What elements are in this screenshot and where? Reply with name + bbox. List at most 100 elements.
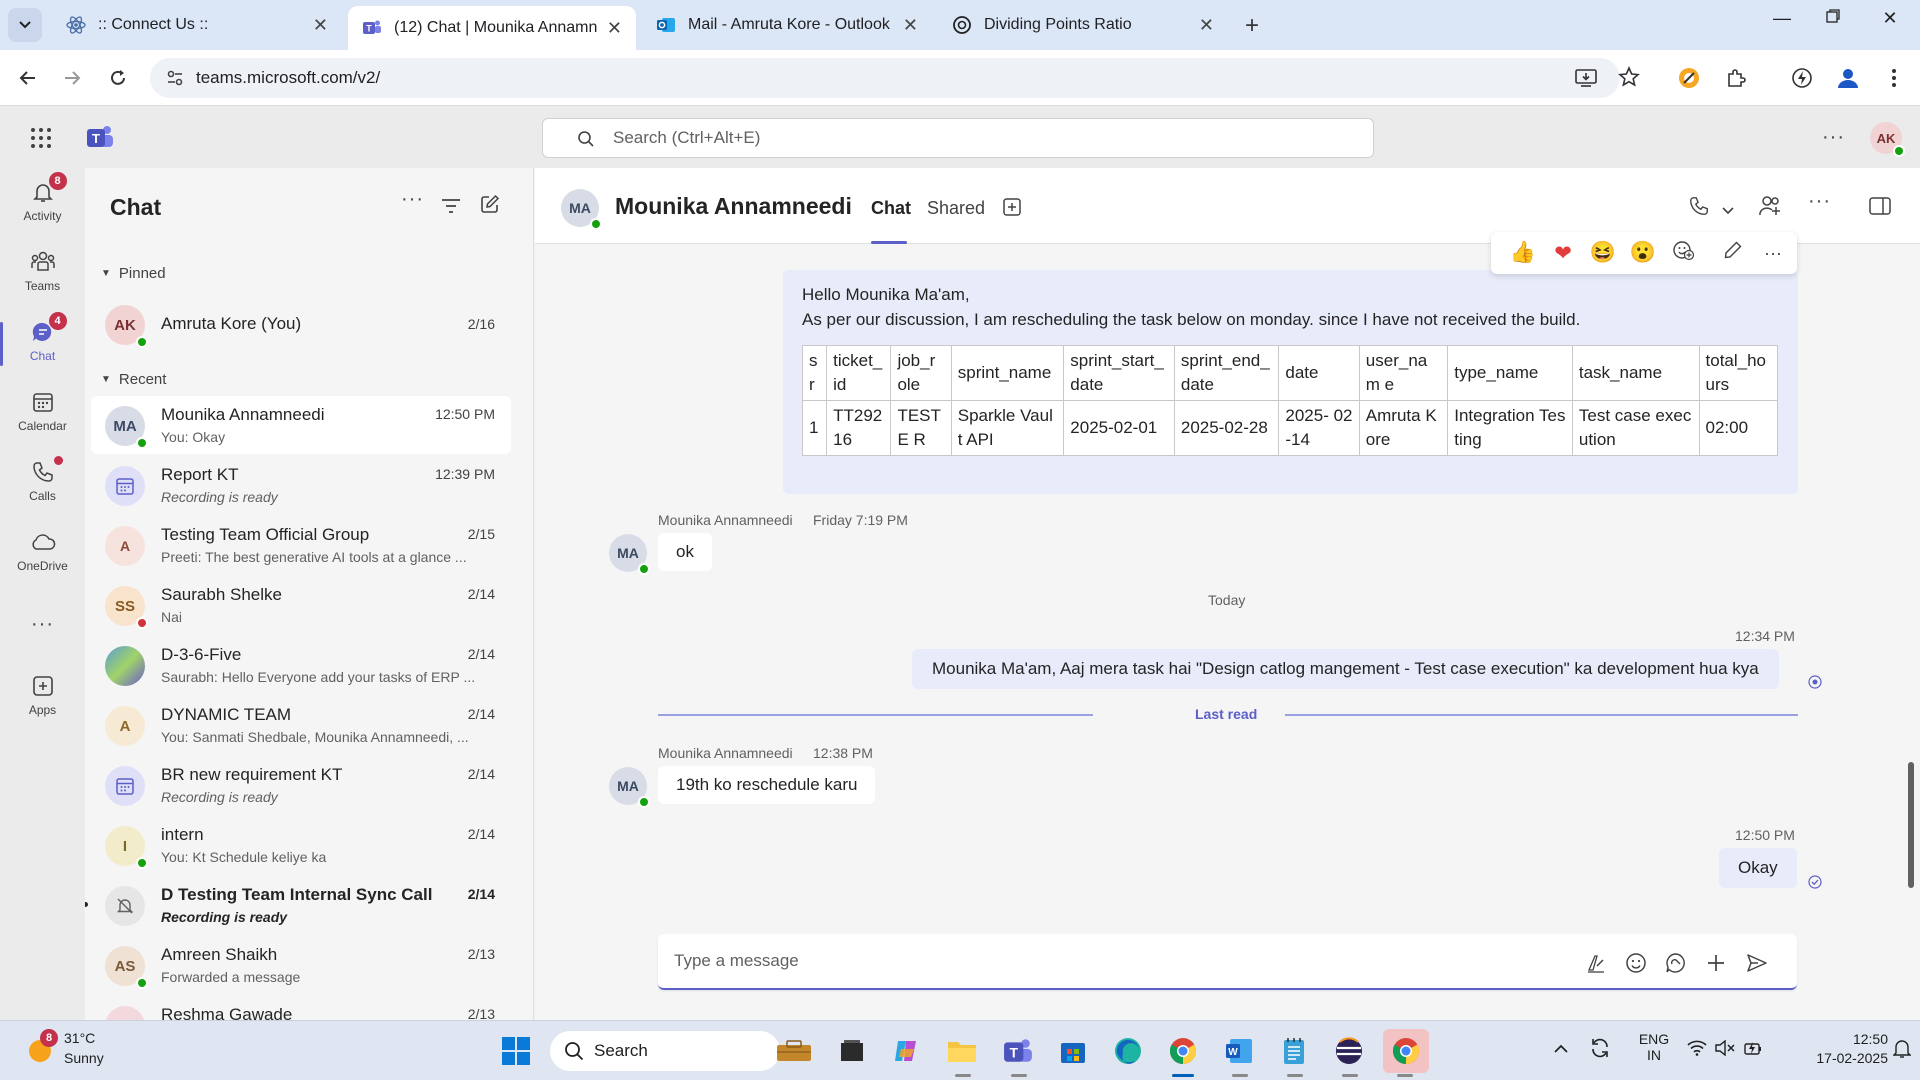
sender-avatar[interactable]: MA bbox=[609, 767, 650, 808]
conversation-more-icon[interactable]: ··· bbox=[1808, 190, 1831, 213]
extensions-puzzle-icon[interactable] bbox=[1724, 66, 1748, 90]
close-tab-icon[interactable]: ✕ bbox=[903, 15, 918, 36]
restore-window-icon[interactable] bbox=[1808, 8, 1858, 29]
edit-message-icon[interactable] bbox=[1713, 240, 1753, 266]
appbar-chat[interactable]: 4 Chat bbox=[0, 312, 85, 374]
bookmark-star-icon[interactable] bbox=[1618, 65, 1640, 93]
side-panel-icon[interactable] bbox=[1869, 196, 1891, 221]
more-reactions-icon[interactable] bbox=[1663, 239, 1703, 267]
chat-item-report-kt[interactable]: Report KT Recording is ready 12:39 PM bbox=[91, 456, 511, 514]
language-indicator[interactable]: ENG IN bbox=[1635, 1031, 1673, 1063]
chat-item-amreen-shaikh[interactable]: AS Amreen Shaikh Forwarded a message 2/1… bbox=[91, 936, 511, 994]
word-icon[interactable]: W bbox=[1223, 1035, 1255, 1067]
tab-search-button[interactable] bbox=[8, 8, 42, 42]
weather-widget[interactable]: 8 bbox=[26, 1029, 58, 1070]
contact-name[interactable]: Mounika Annamneedi bbox=[615, 193, 852, 220]
user-avatar[interactable]: AK bbox=[1870, 122, 1905, 157]
chat-list-more-icon[interactable]: ··· bbox=[401, 188, 424, 211]
call-options-chevron-icon[interactable] bbox=[1722, 202, 1734, 220]
contact-avatar[interactable]: MA bbox=[561, 189, 602, 230]
add-attachment-icon[interactable] bbox=[1705, 952, 1727, 979]
back-icon[interactable] bbox=[14, 64, 42, 92]
wifi-icon[interactable] bbox=[1687, 1040, 1707, 1059]
chrome-icon[interactable] bbox=[1167, 1035, 1199, 1067]
sent-message-table[interactable]: Hello Mounika Ma'am, As per our discussi… bbox=[783, 270, 1798, 494]
profile-icon[interactable] bbox=[1836, 66, 1860, 90]
appbar-calendar[interactable]: Calendar bbox=[0, 382, 85, 444]
add-tab-icon[interactable] bbox=[1002, 197, 1022, 222]
sender-avatar[interactable]: MA bbox=[609, 534, 650, 575]
reload-icon[interactable] bbox=[104, 64, 132, 92]
teams-search-input[interactable]: Search (Ctrl+Alt+E) bbox=[542, 118, 1374, 158]
settings-more-icon[interactable]: ··· bbox=[1822, 126, 1845, 149]
appbar-onedrive[interactable]: OneDrive bbox=[0, 522, 85, 584]
message-composer[interactable]: Type a message bbox=[658, 934, 1797, 990]
forward-icon[interactable] bbox=[58, 64, 86, 92]
app-launcher-icon[interactable] bbox=[30, 127, 52, 154]
close-tab-icon[interactable]: ✕ bbox=[1199, 15, 1214, 36]
system-clock[interactable]: 12:50 17-02-2025 bbox=[1810, 1031, 1888, 1066]
appbar-teams[interactable]: Teams bbox=[0, 242, 85, 304]
chat-item-testing-team-official[interactable]: A Testing Team Official Group Preeti: Th… bbox=[91, 516, 511, 574]
battery-charging-icon[interactable] bbox=[1744, 1040, 1764, 1059]
pinned-section-header[interactable]: ▼ Pinned bbox=[101, 265, 166, 282]
close-tab-icon[interactable]: ✕ bbox=[607, 18, 622, 39]
call-icon[interactable] bbox=[1688, 195, 1710, 222]
task-view-icon[interactable] bbox=[836, 1035, 868, 1067]
install-app-icon[interactable] bbox=[1575, 68, 1597, 93]
sent-message[interactable]: Mounika Ma'am, Aaj mera task hai "Design… bbox=[912, 649, 1779, 689]
browser-menu-icon[interactable] bbox=[1882, 66, 1906, 90]
new-chat-icon[interactable] bbox=[480, 194, 500, 219]
laugh-reaction-icon[interactable]: 😆 bbox=[1583, 241, 1623, 265]
show-hidden-icons-chevron[interactable] bbox=[1553, 1041, 1569, 1057]
teams-taskbar-icon[interactable]: T bbox=[1002, 1035, 1034, 1067]
copilot-icon[interactable] bbox=[890, 1035, 922, 1067]
chat-item-mounika[interactable]: MA Mounika Annamneedi You: Okay 12:50 PM bbox=[91, 396, 511, 454]
chat-item-reshma-gawade[interactable]: Reshma Gawade 2/13 bbox=[91, 996, 511, 1020]
appbar-more-apps[interactable]: ··· bbox=[0, 604, 85, 666]
tab-shared[interactable]: Shared bbox=[927, 198, 985, 219]
store-icon[interactable] bbox=[1057, 1035, 1089, 1067]
recent-section-header[interactable]: ▼ Recent bbox=[101, 371, 166, 388]
browser-tab-outlook[interactable]: Mail - Amruta Kore - Outlook ✕ bbox=[642, 6, 932, 44]
sync-icon[interactable] bbox=[1589, 1037, 1611, 1062]
eclipse-icon[interactable] bbox=[1333, 1035, 1365, 1067]
like-reaction-icon[interactable]: 👍 bbox=[1503, 241, 1543, 265]
add-people-icon[interactable] bbox=[1758, 195, 1782, 222]
new-tab-icon[interactable]: + bbox=[1245, 12, 1259, 40]
performance-icon[interactable] bbox=[1790, 66, 1814, 90]
chat-item-amruta-kore[interactable]: AK Amruta Kore (You) 2/16 bbox=[91, 295, 511, 353]
filter-icon[interactable] bbox=[441, 198, 461, 219]
address-bar[interactable]: teams.microsoft.com/v2/ bbox=[150, 58, 1640, 98]
appbar-activity[interactable]: 8 Activity bbox=[0, 172, 85, 234]
taskbar-search[interactable]: Search bbox=[550, 1031, 811, 1071]
chat-item-d-3-6-five[interactable]: D-3-6-Five Saurabh: Hello Everyone add y… bbox=[91, 636, 511, 694]
received-message[interactable]: 19th ko reschedule karu bbox=[658, 766, 876, 804]
chat-item-d-testing-team-sync[interactable]: D Testing Team Internal Sync Call Record… bbox=[85, 876, 511, 934]
tab-chat[interactable]: Chat bbox=[871, 198, 911, 219]
format-pen-icon[interactable] bbox=[1585, 952, 1607, 979]
loop-component-icon[interactable] bbox=[1665, 952, 1687, 979]
message-more-icon[interactable]: ··· bbox=[1753, 243, 1793, 264]
browser-tab-connect-us[interactable]: :: Connect Us :: ✕ bbox=[52, 6, 342, 44]
chat-item-dynamic-team[interactable]: A DYNAMIC TEAM You: Sanmati Shedbale, Mo… bbox=[91, 696, 511, 754]
conversation-scrollbar[interactable] bbox=[1908, 762, 1914, 888]
surprised-reaction-icon[interactable]: 😮 bbox=[1623, 241, 1663, 265]
file-explorer-icon[interactable] bbox=[946, 1035, 978, 1067]
emoji-icon[interactable] bbox=[1625, 952, 1647, 979]
browser-tab-teams-chat[interactable]: T (12) Chat | Mounika Annamneedi ✕ bbox=[348, 6, 636, 50]
chat-item-br-new-requirement[interactable]: BR new requirement KT Recording is ready… bbox=[91, 756, 511, 814]
edge-icon[interactable] bbox=[1112, 1035, 1144, 1067]
received-message[interactable]: ok bbox=[658, 533, 712, 571]
windows-start-icon[interactable] bbox=[500, 1035, 532, 1067]
site-info-icon[interactable] bbox=[166, 69, 184, 92]
minimize-window-icon[interactable]: — bbox=[1757, 8, 1807, 29]
close-tab-icon[interactable]: ✕ bbox=[313, 15, 328, 36]
send-icon[interactable] bbox=[1746, 952, 1768, 979]
heart-reaction-icon[interactable]: ❤ bbox=[1543, 241, 1583, 266]
volume-muted-icon[interactable] bbox=[1715, 1039, 1735, 1059]
extension-badge-icon[interactable] bbox=[1677, 66, 1701, 90]
appbar-apps[interactable]: Apps bbox=[0, 666, 85, 728]
browser-tab-dividing-points[interactable]: Dividing Points Ratio ✕ bbox=[938, 6, 1228, 44]
notepad-icon[interactable] bbox=[1278, 1035, 1310, 1067]
